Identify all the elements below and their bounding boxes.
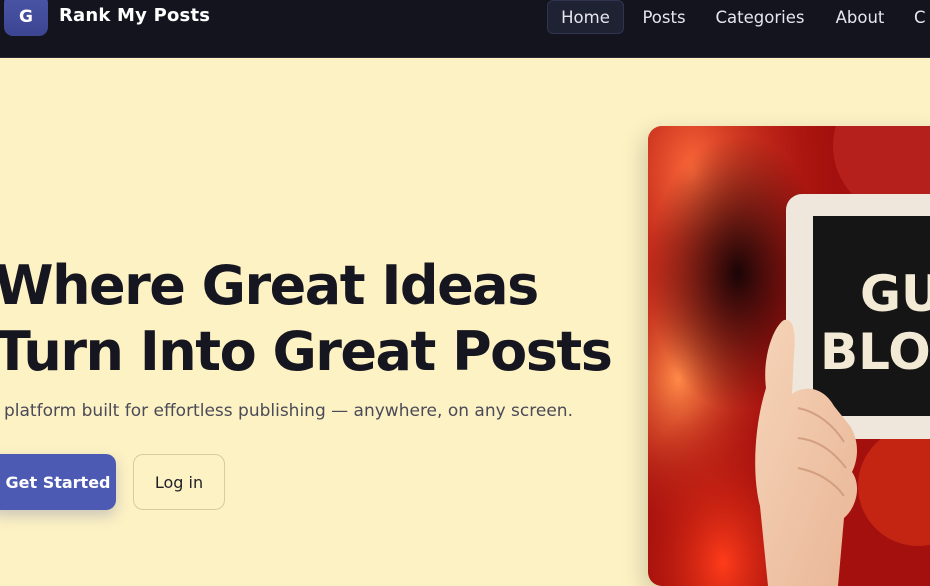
top-navbar: G Rank My Posts Home Posts Categories Ab…: [0, 0, 930, 58]
brand-logo[interactable]: G: [4, 0, 48, 36]
nav-item-categories[interactable]: Categories: [710, 0, 810, 34]
hero-title: Where Great Ideas Turn Into Great Posts: [0, 253, 613, 385]
nav-item-contact[interactable]: C: [914, 0, 930, 34]
hero-title-line: Where Great Ideas: [0, 254, 539, 317]
sign-text-line1: GU: [860, 265, 930, 323]
get-started-button[interactable]: Get Started: [0, 454, 116, 510]
nav-item-label: About: [835, 7, 885, 27]
get-started-label: Get Started: [5, 472, 111, 492]
hero-title-line: Turn Into Great Posts: [0, 320, 613, 383]
login-label: Log in: [154, 472, 204, 492]
nav-item-label: Posts: [642, 7, 686, 27]
sign-text-line2: BLOG: [820, 323, 930, 381]
nav-item-posts[interactable]: Posts: [637, 0, 691, 34]
nav-item-label: Home: [561, 7, 610, 27]
nav-item-home[interactable]: Home: [547, 0, 624, 34]
login-button[interactable]: Log in: [133, 454, 225, 510]
hero-image-graphic: GU BLOG: [648, 126, 930, 586]
nav-item-label: Categories: [715, 7, 805, 27]
hero-image: GU BLOG: [648, 126, 930, 586]
brand-logo-letter: G: [19, 7, 33, 27]
brand-name[interactable]: Rank My Posts: [59, 5, 210, 26]
nav-item-about[interactable]: About: [829, 0, 891, 34]
nav-item-label: C: [914, 7, 926, 27]
hero-subtitle: platform built for effortless publishing…: [4, 401, 573, 421]
